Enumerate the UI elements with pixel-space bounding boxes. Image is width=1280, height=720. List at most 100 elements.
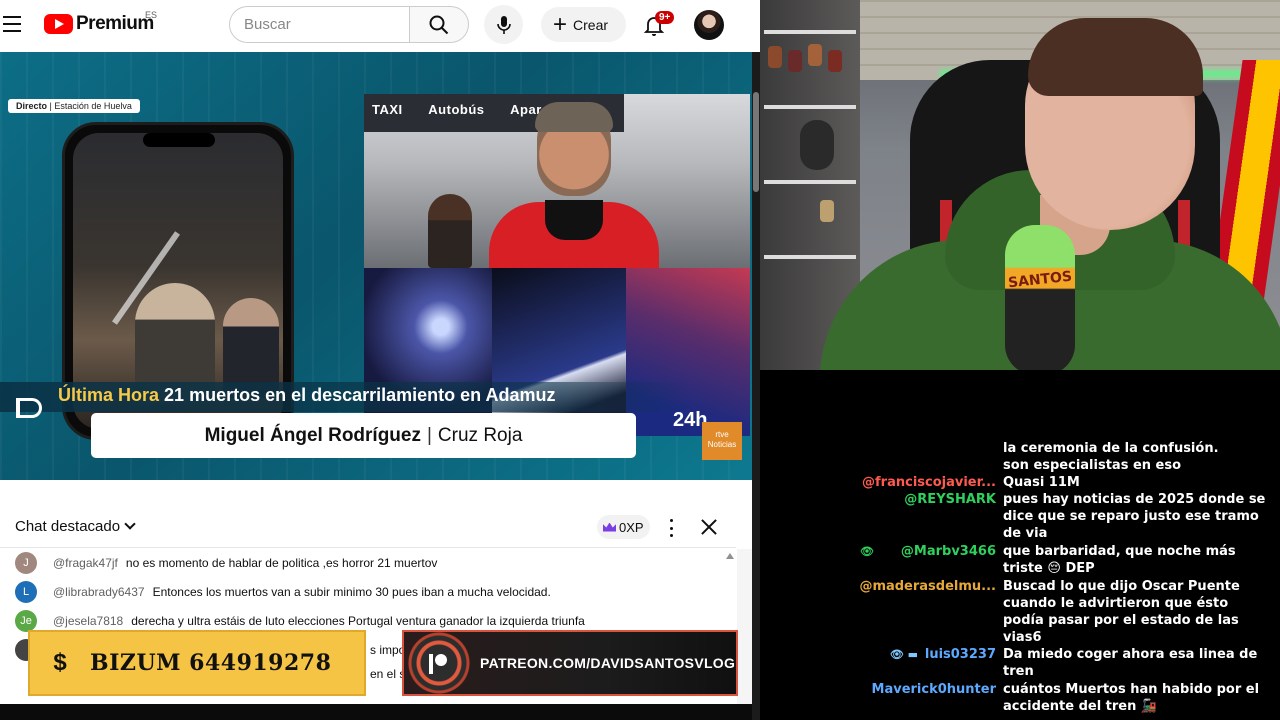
microphone <box>1005 225 1075 370</box>
news-headline: Última Hora 21 muertos en el descarrilam… <box>58 385 556 406</box>
stream-chat-text: la ceremonia de la confusión. <box>1003 441 1219 456</box>
stream-chat-text: que barbaridad, que noche más triste 😔 D… <box>1003 544 1236 576</box>
page-scrollbar[interactable] <box>752 52 760 720</box>
youtube-window: Premium ES Buscar + Crear 9+ Directo | E… <box>0 0 760 720</box>
chat-text: no es momento de hablar de politica ,es … <box>125 556 438 570</box>
stream-chat-text: pues hay noticias de 2025 donde se dice … <box>1003 492 1266 541</box>
video-player[interactable]: Directo | Estación de Huelva TAXI Autobú… <box>0 52 752 480</box>
xp-value: 0XP <box>619 519 644 535</box>
stream-chat-text: Da miedo coger ahora esa linea de tren <box>1003 647 1258 679</box>
chat-avatar[interactable]: L <box>15 581 37 603</box>
person-organization: Cruz Roja <box>437 424 523 446</box>
stream-chat-badge-icon: 👁 ▬ <box>889 648 918 661</box>
channel-d-logo-icon <box>16 398 42 418</box>
interview-footage: TAXI Autobús Aparcamiento <box>364 94 750 268</box>
chevron-down-icon <box>124 518 136 530</box>
stream-chat-message: son especialistas en eso <box>760 457 1280 474</box>
stream-chat-username: @maderasdelmu... <box>859 579 996 594</box>
xp-button[interactable]: 0XP <box>597 515 650 539</box>
search-icon <box>429 15 449 34</box>
stream-chat-username: Maverick0hunter <box>871 682 996 697</box>
plus-icon: + <box>553 10 568 38</box>
close-icon[interactable] <box>700 518 718 536</box>
interviewee-hair <box>535 102 613 132</box>
phone-notch <box>143 133 215 147</box>
chat-text: Entonces los muertos van a subir minimo … <box>152 585 551 599</box>
chat-message[interactable]: L @librabrady6437 Entonces los muertos van… <box>15 580 551 604</box>
user-avatar[interactable] <box>694 10 724 40</box>
headline-prefix: Última Hora <box>58 385 160 405</box>
chat-author[interactable]: @librabrady6437 <box>53 585 145 599</box>
stream-chat-message: Maverick0hunter cuántos Muertos han habid… <box>760 681 1280 715</box>
stream-chat-message: @REYSHARK pues hay noticias de 2025 donde… <box>760 491 1280 542</box>
bizum-donation-banner: $ BIZUM 644919278 <box>28 630 366 696</box>
chat-header: Chat destacado 0XP <box>0 482 736 548</box>
patreon-label: PATREON.COM/DAVIDSANTOSVLOG <box>480 655 736 671</box>
live-location-label: | Estación de Huelva <box>49 101 132 111</box>
stream-chat-message: @Marbv3466 👁 que barbaridad, que noche más… <box>760 543 1280 577</box>
stream-chat-text: son especialistas en eso <box>1003 458 1182 473</box>
chat-text: s impo <box>370 643 406 657</box>
chat-avatar[interactable]: J <box>15 552 37 574</box>
name-separator: | <box>426 424 432 446</box>
search-button[interactable] <box>409 6 469 43</box>
chat-mode-dropdown[interactable]: Chat destacado <box>15 518 136 535</box>
youtube-logo[interactable]: Premium <box>44 13 154 35</box>
chat-text: en el s <box>370 667 406 681</box>
rtve-logo: rtve Noticias <box>702 422 742 460</box>
person-name: Miguel Ángel Rodríguez <box>204 424 421 446</box>
dollar-icon: $ <box>53 649 67 676</box>
name-lower-third: Miguel Ángel Rodríguez | Cruz Roja <box>91 413 636 458</box>
more-options-icon[interactable] <box>667 519 675 537</box>
live-location-tag: Directo | Estación de Huelva <box>8 99 140 113</box>
streamer-hair <box>1028 18 1203 96</box>
chat-avatar[interactable]: Je <box>15 610 37 632</box>
logo-text: Premium <box>76 13 154 34</box>
stream-chat-username: luis03237 <box>924 647 996 662</box>
notification-count-badge: 9+ <box>655 11 675 24</box>
patreon-banner: PATREON.COM/DAVIDSANTOSVLOG <box>402 630 738 696</box>
crown-icon <box>603 522 616 532</box>
stream-chat-username: @franciscojavier... <box>862 475 996 490</box>
interviewee-figure <box>489 102 659 268</box>
page-scrollbar-thumb[interactable] <box>753 92 759 192</box>
stream-chat-username: @Marbv3466 <box>900 544 996 559</box>
bottom-strip <box>0 704 760 720</box>
stream-chat-text: cuántos Muertos han habido por el accide… <box>1003 682 1260 714</box>
bizum-label: BIZUM 644919278 <box>90 650 332 676</box>
patreon-icon <box>404 632 474 694</box>
chat-author[interactable]: @fragak47jf <box>53 556 118 570</box>
stream-chat-message: la ceremonia de la confusión. <box>760 440 1280 457</box>
scroll-up-arrow-icon[interactable] <box>726 553 734 559</box>
chat-message[interactable]: s impo <box>370 638 405 662</box>
chat-title: Chat destacado <box>15 518 121 535</box>
country-code: ES <box>145 10 158 20</box>
create-button[interactable]: + Crear <box>541 7 626 42</box>
hamburger-menu-icon[interactable] <box>3 16 21 32</box>
create-label: Crear <box>573 16 609 33</box>
stream-chat-text: Buscad lo que dijo Oscar Puente cuando l… <box>1003 579 1240 645</box>
voice-search-button[interactable] <box>484 5 523 44</box>
sign-bus: Autobús <box>428 102 485 117</box>
stream-chat-badge-icon: 👁 <box>860 545 874 558</box>
stream-chat-message: @maderasdelmu... Buscad lo que dijo Oscar… <box>760 578 1280 646</box>
headline-text: 21 muertos en el descarrilamiento en Ada… <box>164 385 556 405</box>
search-input[interactable]: Buscar <box>229 6 410 43</box>
chat-message[interactable]: J @fragak47jf no es momento de hablar de p… <box>15 551 437 575</box>
chat-text: derecha y ultra estáis de luto eleccione… <box>131 614 585 628</box>
youtube-play-icon <box>44 14 73 34</box>
live-label: Directo <box>16 101 48 111</box>
chat-author[interactable]: @jesela7818 <box>53 614 123 628</box>
stream-chat-message: @franciscojavier... Quasi 11M <box>760 474 1280 491</box>
youtube-topbar: Premium ES Buscar + Crear 9+ <box>0 0 760 50</box>
chat-message[interactable]: en el s <box>370 662 405 686</box>
jacket-collar <box>545 200 603 240</box>
chat-scrollbar[interactable] <box>737 549 752 720</box>
stream-chat-overlay: la ceremonia de la confusión. son especia… <box>760 370 1280 720</box>
stream-chat-message: luis03237 👁 ▬ Da miedo coger ahora esa lin… <box>760 646 1280 680</box>
sign-taxi: TAXI <box>372 102 403 117</box>
streamer-webcam: SANTOS <box>760 0 1280 370</box>
bystander-figure <box>428 194 472 268</box>
microphone-icon <box>496 15 511 34</box>
stream-chat-text: Quasi 11M <box>1003 475 1080 490</box>
